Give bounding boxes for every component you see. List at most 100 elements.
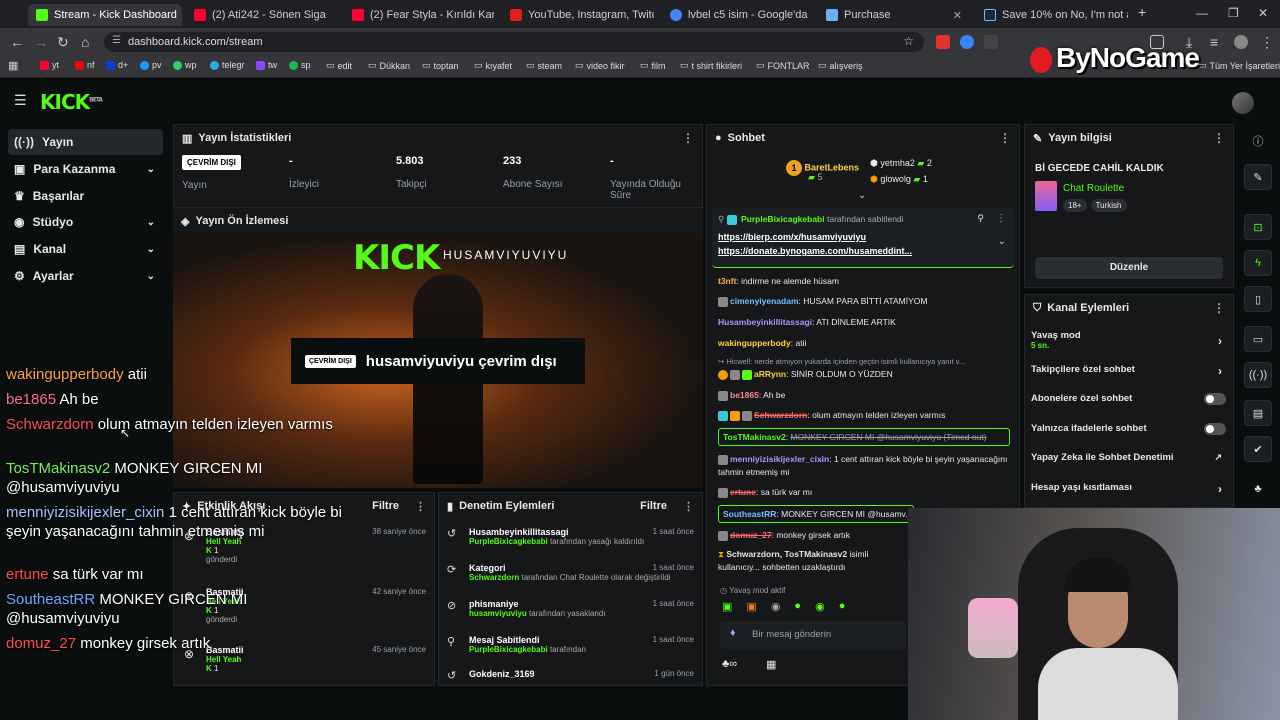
more-options-icon[interactable]: ⋮ bbox=[1213, 131, 1225, 145]
site-info-icon[interactable]: ☰ bbox=[112, 35, 121, 46]
tag-chip[interactable]: Turkish bbox=[1090, 199, 1127, 212]
sidebar-item-ayarlar[interactable]: ⚙ Ayarlar ⌄ bbox=[8, 263, 163, 289]
pinned-author[interactable]: PurpleBixicagkebabi bbox=[741, 214, 825, 224]
stream-preview[interactable]: KICK HUSAMVIYUVIYU ÇEVRİM DIŞI husamviyu… bbox=[173, 234, 703, 488]
bookmark-folder[interactable]: ▭ edit bbox=[326, 60, 352, 71]
chat-input[interactable]: ♦ Bir mesaj gönderin bbox=[720, 621, 906, 649]
game-controller-icon[interactable]: ♣ bbox=[1244, 476, 1272, 502]
bookmark-item[interactable]: d+ bbox=[106, 60, 128, 70]
bookmark-item[interactable]: pv bbox=[140, 60, 162, 70]
extension-icon[interactable] bbox=[984, 35, 998, 49]
emotes-only-toggle[interactable] bbox=[1204, 423, 1226, 435]
url-field[interactable]: ☰ dashboard.kick.com/stream ☆ bbox=[104, 32, 924, 52]
chat-username[interactable]: aRRynn bbox=[754, 369, 786, 379]
tab-youtube-1[interactable]: (2) Ati242 - Sönen Sigaralar bbox=[186, 4, 326, 26]
mod-actor[interactable]: Schwarzdorn bbox=[469, 573, 519, 582]
top-gifter-3[interactable]: ⬢ glowolg ▰ 1 bbox=[870, 174, 928, 185]
chat-username[interactable]: Schwarzdorn bbox=[754, 410, 807, 420]
subs-only-toggle[interactable] bbox=[1204, 393, 1226, 405]
extension-icon[interactable] bbox=[936, 35, 950, 49]
bookmark-folder[interactable]: ▭ steam bbox=[526, 60, 562, 71]
account-age-row[interactable]: Hesap yaşı kısıtlaması › bbox=[1031, 482, 1226, 496]
unpin-icon[interactable]: ⚲ bbox=[977, 213, 984, 224]
chat-username[interactable]: t3nft bbox=[718, 276, 736, 286]
emote-icon[interactable]: ◉ bbox=[815, 600, 825, 616]
home-icon[interactable]: ⌂ bbox=[81, 34, 89, 50]
chat-username[interactable]: cimenyiyenadam bbox=[730, 296, 799, 306]
bookmark-item[interactable]: tw bbox=[256, 60, 277, 70]
top-gifter-1[interactable]: 1 BaretLebens ▰ 5 bbox=[786, 160, 859, 182]
tab-youtube-2[interactable]: (2) Fear Styla - Kırıldı Karyola ✕ bbox=[344, 4, 494, 26]
edit-button[interactable]: Düzenle bbox=[1035, 257, 1223, 279]
top-gifter-2[interactable]: ⬢ yetmha2 ▰ 2 bbox=[870, 158, 932, 169]
bookmark-star-icon[interactable]: ☆ bbox=[903, 34, 914, 48]
pinned-link[interactable]: https://bierp.com/x/husamviyuviyu bbox=[718, 232, 866, 242]
chat-bubble-icon[interactable]: ▭ bbox=[1244, 326, 1272, 352]
more-options-icon[interactable]: ⋮ bbox=[999, 131, 1011, 145]
sidebar-item-basarilar[interactable]: ♛ Başarılar bbox=[8, 183, 163, 209]
mic-icon[interactable]: ♦ bbox=[730, 627, 736, 639]
close-window-icon[interactable]: ✕ bbox=[1258, 6, 1268, 20]
emote-picker-icon[interactable]: ♣∞ bbox=[722, 658, 737, 670]
mod-actor[interactable]: PurpleBixicagkebabi bbox=[469, 645, 548, 654]
kick-logo[interactable]: KICKBETA bbox=[40, 90, 103, 114]
tab-social[interactable]: YouTube, Instagram, Twitch, Tik ✕ bbox=[502, 4, 654, 26]
crop-icon[interactable]: ⊡ bbox=[1244, 214, 1272, 240]
more-options-icon[interactable]: ⋮ bbox=[682, 131, 694, 145]
store-icon[interactable]: ▦ bbox=[766, 658, 776, 671]
reload-icon[interactable]: ↻ bbox=[57, 34, 69, 51]
bookmark-folder[interactable]: ▭ Dükkan bbox=[368, 60, 410, 71]
followers-only-row[interactable]: Takipçilere özel sohbet › bbox=[1031, 364, 1226, 378]
chat-username[interactable]: wakingupperbody bbox=[718, 338, 791, 348]
chat-reply-preview[interactable]: ↪ Hicwell: nerde atmıyon yukarda içinden… bbox=[718, 357, 1008, 366]
bookmark-folder[interactable]: ▭ alışveriş bbox=[818, 60, 863, 71]
mod-actor[interactable]: husamviyuviyu bbox=[469, 609, 527, 618]
media-control-icon[interactable]: ≡ bbox=[1210, 34, 1218, 50]
tab-steam[interactable]: Save 10% on No, I'm not a Hum ✕ bbox=[976, 4, 1128, 26]
chat-username[interactable]: ertune bbox=[730, 487, 756, 497]
forward-icon[interactable]: → bbox=[34, 34, 48, 50]
sidebar-item-kanal[interactable]: ▤ Kanal ⌄ bbox=[8, 236, 163, 262]
chat-username[interactable]: domuz_27 bbox=[730, 530, 772, 540]
bookmark-item[interactable]: wp bbox=[173, 60, 197, 70]
bookmark-folder[interactable]: ▭ film bbox=[640, 60, 666, 71]
filter-button[interactable]: Filtre bbox=[372, 500, 399, 512]
new-tab-icon[interactable]: + bbox=[1138, 4, 1146, 20]
emote-icon[interactable]: ● bbox=[794, 600, 801, 616]
more-options-icon[interactable]: ⋮ bbox=[1213, 301, 1225, 315]
minimize-icon[interactable]: — bbox=[1196, 6, 1208, 20]
bookmark-folder[interactable]: ▭ kıyafet bbox=[474, 60, 512, 71]
layout-icon[interactable]: ▤ bbox=[1244, 400, 1272, 426]
chevron-down-icon[interactable]: ⌄ bbox=[998, 236, 1006, 247]
avatar[interactable] bbox=[1232, 92, 1254, 114]
back-icon[interactable]: ← bbox=[10, 34, 24, 50]
bookmark-item[interactable]: sp bbox=[289, 60, 311, 70]
bookmark-folder[interactable]: ▭ t shirt fikirleri bbox=[680, 60, 742, 71]
bookmark-folder[interactable]: ▭ FONTLAR bbox=[756, 60, 810, 71]
chat-username[interactable]: be1865 bbox=[730, 390, 759, 400]
bookmark-item[interactable]: telegr bbox=[210, 60, 245, 70]
bookmark-folder[interactable]: ▭ video fikir bbox=[575, 60, 625, 71]
slow-mode-row[interactable]: Yavaş mod 5 sn. › bbox=[1031, 330, 1226, 350]
emote-icon[interactable]: ▣ bbox=[746, 600, 756, 616]
hamburger-menu-icon[interactable]: ☰ bbox=[14, 92, 27, 109]
apps-grid-icon[interactable]: ▦ bbox=[8, 59, 18, 72]
mod-actor[interactable]: PurpleBixicagkebabi bbox=[469, 537, 548, 546]
maximize-icon[interactable]: ❐ bbox=[1228, 6, 1239, 20]
sidebar-item-para-kazanma[interactable]: ▣ Para Kazanma ⌄ bbox=[8, 156, 163, 182]
filter-button[interactable]: Filtre bbox=[640, 500, 667, 512]
chat-username[interactable]: TosTMakinasv2 bbox=[723, 432, 786, 442]
chat-username[interactable]: SoutheastRR bbox=[723, 509, 776, 519]
emote-icon[interactable]: ◉ bbox=[771, 600, 781, 616]
tab-kick-dashboard[interactable]: Stream - Kick Dashboard ✕ bbox=[28, 4, 182, 26]
broadcast-icon[interactable]: ((·)) bbox=[1244, 362, 1272, 388]
clipboard-icon[interactable]: ▯ bbox=[1244, 286, 1272, 312]
all-bookmarks[interactable]: ▭ Tüm Yer İşaretleri bbox=[1198, 60, 1280, 71]
more-options-icon[interactable]: ⋮ bbox=[683, 500, 694, 513]
sidebar-item-yayin[interactable]: ((·)) Yayın bbox=[8, 129, 163, 155]
ai-moderation-row[interactable]: Yapay Zeka ile Sohbet Denetimi ↗ bbox=[1031, 452, 1226, 463]
pencil-icon[interactable]: ✎ bbox=[1244, 164, 1272, 190]
pinned-link[interactable]: https://donate.bynogame.com/husameddint.… bbox=[718, 246, 912, 256]
profile-avatar-icon[interactable] bbox=[1234, 35, 1248, 49]
chat-username[interactable]: Husambeyinkillitassagi bbox=[718, 317, 812, 327]
